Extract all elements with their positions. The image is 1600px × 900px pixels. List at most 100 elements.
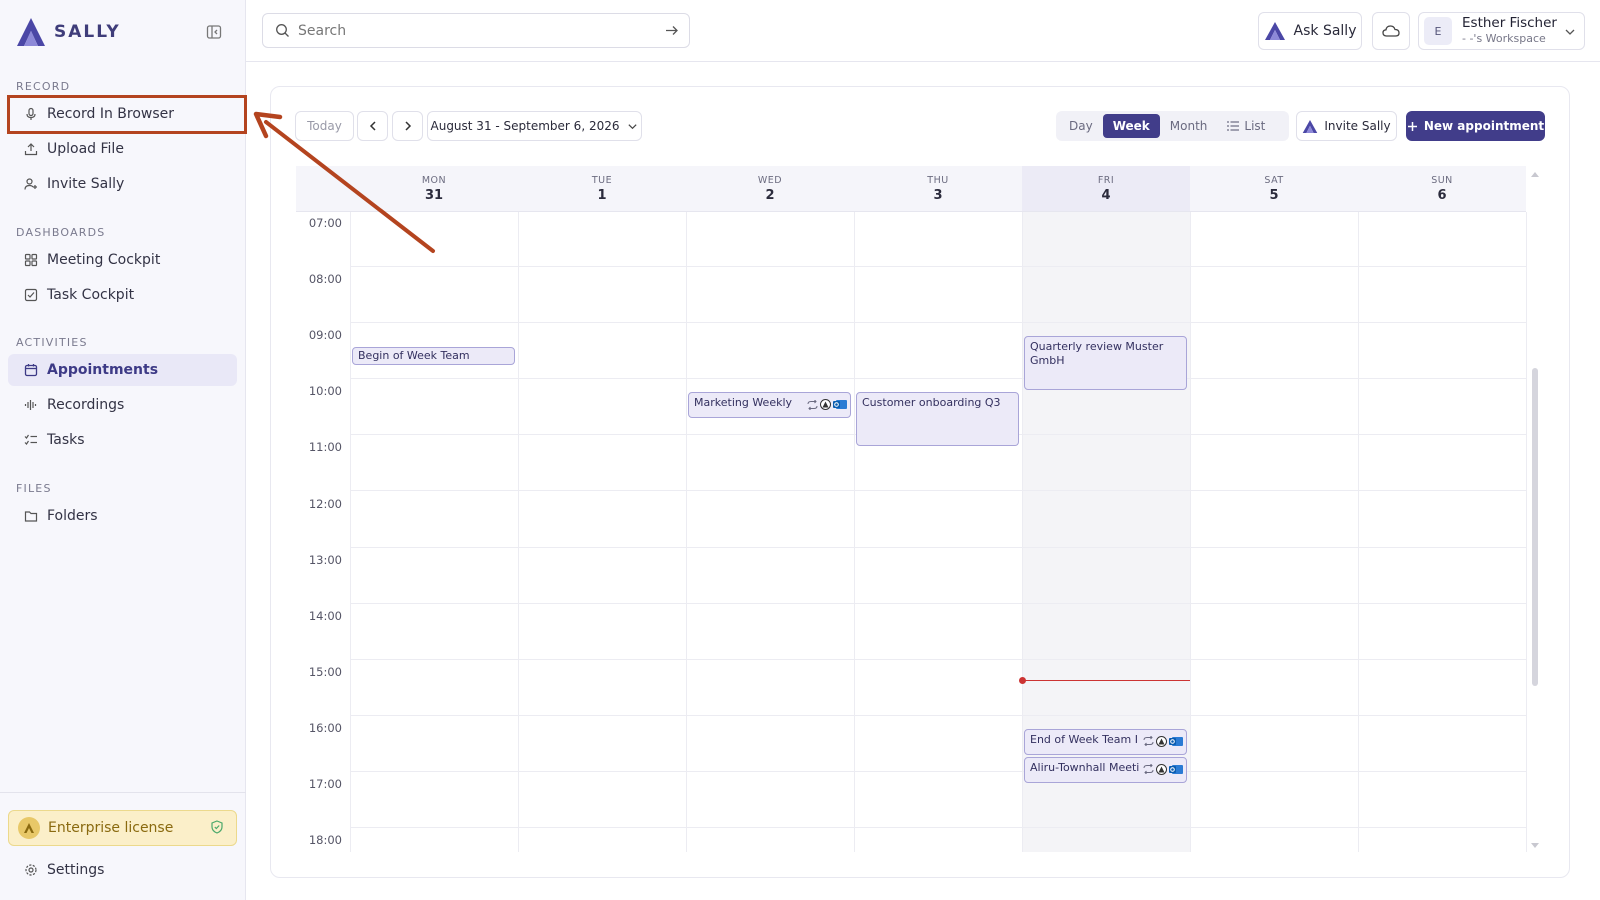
- chevron-down-icon: [1565, 29, 1575, 35]
- day-of-week: MON: [421, 174, 447, 186]
- sidebar-item-settings[interactable]: Settings: [8, 854, 237, 886]
- day-header[interactable]: WED 2: [686, 166, 854, 212]
- time-label: 12:00: [308, 496, 342, 511]
- section-label-files: FILES: [16, 482, 52, 495]
- appointment-event[interactable]: Customer onboarding Q3: [856, 392, 1019, 447]
- event-title: End of Week Team Int: [1030, 732, 1139, 746]
- day-header[interactable]: SUN 6: [1358, 166, 1526, 212]
- sidebar-item-recordings[interactable]: Recordings: [8, 389, 237, 421]
- arrow-right-icon[interactable]: [664, 23, 679, 38]
- day-header[interactable]: FRI 4: [1022, 166, 1190, 212]
- invite-sally-label: Invite Sally: [1324, 119, 1391, 133]
- sidebar-item-label: Folders: [47, 508, 98, 524]
- search-icon: [276, 24, 289, 37]
- hour-divider: [350, 602, 1526, 604]
- day-number: 4: [1101, 187, 1111, 203]
- sidebar-item-label: Settings: [47, 862, 105, 878]
- day-header[interactable]: MON 31: [350, 166, 518, 212]
- column-divider: [350, 212, 351, 852]
- sidebar-item-folders[interactable]: Folders: [8, 500, 237, 532]
- today-button[interactable]: Today: [295, 111, 354, 141]
- appointment-event[interactable]: Aliru-Townhall Meetir: [1024, 756, 1187, 783]
- event-title: Quarterly review Muster GmbH: [1030, 340, 1164, 368]
- event-title: Begin of Week Team Internal: [358, 349, 470, 364]
- hour-divider: [350, 490, 1526, 492]
- column-divider: [1190, 212, 1191, 852]
- day-number: 3: [933, 187, 943, 203]
- license-label: Enterprise license: [48, 820, 174, 836]
- app-logo[interactable]: SALLY: [14, 14, 121, 50]
- shield-check-icon: [211, 820, 223, 834]
- new-appointment-label: New appointment: [1423, 119, 1545, 133]
- view-list-button[interactable]: List: [1217, 114, 1275, 138]
- sidebar-item-label: Appointments: [47, 362, 159, 378]
- day-header[interactable]: TUE 1: [518, 166, 686, 212]
- calendar-scrollbar[interactable]: [1530, 170, 1540, 850]
- chevron-down-icon: [628, 123, 638, 129]
- appointment-event[interactable]: Marketing Weekly: [688, 392, 851, 419]
- day-header[interactable]: THU 3: [854, 166, 1022, 212]
- outlook-icon: [833, 400, 847, 410]
- search-input[interactable]: [298, 22, 638, 39]
- checklist-icon: [24, 434, 37, 445]
- sidebar-item-label: Meeting Cockpit: [47, 252, 161, 268]
- sidebar-collapse-icon: [206, 25, 222, 39]
- day-header[interactable]: SAT 5: [1190, 166, 1358, 212]
- view-month-button[interactable]: Month: [1160, 114, 1218, 138]
- collapse-sidebar-button[interactable]: [204, 22, 224, 42]
- enterprise-license-badge[interactable]: Enterprise license: [8, 810, 237, 846]
- view-day-button[interactable]: Day: [1059, 114, 1103, 138]
- day-number: 2: [765, 187, 775, 203]
- sally-logo-icon: [17, 18, 45, 46]
- sally-badge-icon: [18, 817, 40, 839]
- day-number: 6: [1437, 187, 1447, 203]
- sidebar-item-upload-file[interactable]: Upload File: [8, 133, 237, 165]
- search-bar[interactable]: [262, 13, 690, 48]
- scroll-down-icon[interactable]: [1530, 842, 1540, 850]
- recurring-icon: [1143, 736, 1154, 747]
- list-icon: [1227, 121, 1240, 131]
- sally-attend-icon: [1156, 763, 1167, 775]
- grid-corner: [296, 166, 350, 212]
- next-week-button[interactable]: [392, 111, 423, 141]
- sidebar-item-tasks[interactable]: Tasks: [8, 424, 237, 456]
- time-label: 09:00: [308, 328, 342, 343]
- new-appointment-button[interactable]: New appointment: [1406, 111, 1545, 141]
- ask-sally-button[interactable]: Ask Sally: [1258, 12, 1362, 50]
- sidebar-item-invite-sally[interactable]: Invite Sally: [8, 168, 237, 200]
- time-label: 08:00: [308, 272, 342, 287]
- time-label: 10:00: [308, 384, 342, 399]
- invite-sally-button[interactable]: Invite Sally: [1296, 111, 1397, 141]
- sidebar-item-label: Recordings: [47, 397, 125, 413]
- sidebar-item-task-cockpit[interactable]: Task Cockpit: [8, 279, 237, 311]
- appointment-event[interactable]: Quarterly review Muster GmbH: [1024, 336, 1187, 391]
- app-name: SALLY: [54, 22, 121, 42]
- time-label: 17:00: [308, 777, 342, 791]
- event-title: Marketing Weekly: [694, 396, 793, 410]
- day-of-week: THU: [927, 174, 949, 186]
- sidebar-item-meeting-cockpit[interactable]: Meeting Cockpit: [8, 244, 237, 276]
- user-menu-button[interactable]: E Esther Fischer - -'s Workspace: [1418, 12, 1585, 50]
- appointment-event[interactable]: End of Week Team Int: [1024, 728, 1187, 755]
- sidebar: SALLY RECORD Record In Browser Upload Fi…: [0, 0, 247, 900]
- sidebar-item-appointments[interactable]: Appointments: [8, 354, 237, 386]
- sally-attend-icon: [820, 399, 831, 411]
- date-range-picker[interactable]: August 31 - September 6, 2026: [427, 111, 642, 141]
- hour-divider: [350, 827, 1526, 828]
- recurring-icon: [1143, 764, 1154, 775]
- scroll-thumb[interactable]: [1532, 368, 1538, 686]
- hour-divider: [350, 378, 1526, 380]
- view-week-button[interactable]: Week: [1102, 114, 1160, 138]
- scroll-up-icon[interactable]: [1530, 170, 1540, 178]
- sally-logo-icon: [1303, 119, 1318, 133]
- sync-cloud-button[interactable]: [1372, 12, 1410, 50]
- section-label-record: RECORD: [16, 80, 71, 93]
- ask-sally-label: Ask Sally: [1293, 23, 1357, 39]
- event-icons: [807, 399, 847, 411]
- appointment-event[interactable]: Begin of Week Team Internal: [352, 347, 515, 366]
- sidebar-item-label: Tasks: [47, 432, 85, 448]
- previous-week-button[interactable]: [357, 111, 388, 141]
- folder-icon: [24, 511, 38, 522]
- event-icons: [1143, 735, 1183, 747]
- current-time-line: [1022, 680, 1190, 682]
